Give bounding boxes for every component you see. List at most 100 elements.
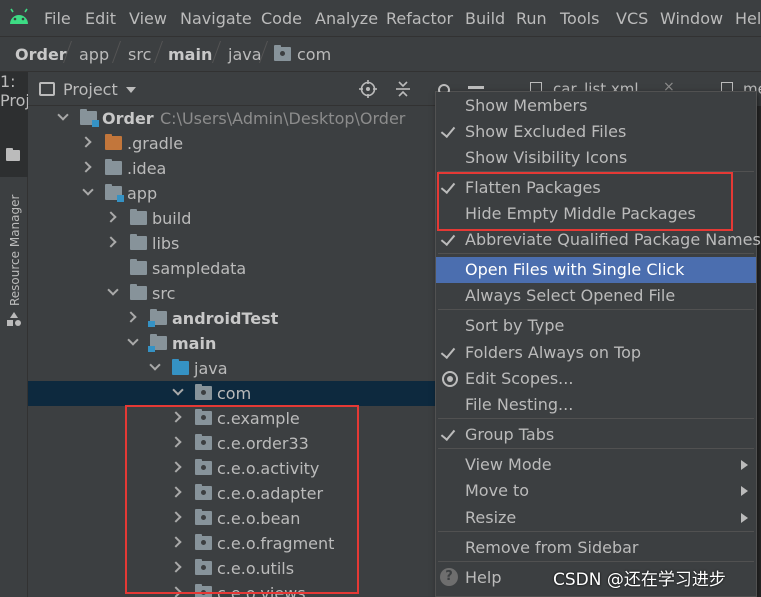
menu-code[interactable]: Code xyxy=(261,9,302,28)
menu-item-hide-empty-middle-packages[interactable]: Hide Empty Middle Packages xyxy=(436,201,756,227)
tree-node[interactable]: c.e.o.activity xyxy=(28,456,435,481)
breadcrumb-com[interactable]: com xyxy=(297,45,331,64)
chevron-right-icon[interactable] xyxy=(170,561,182,573)
checkmark-icon xyxy=(440,425,456,442)
menu-item-abbreviate-qualified-package-names[interactable]: Abbreviate Qualified Package Names xyxy=(436,227,761,253)
project-tree: Order C:\Users\Admin\Desktop\Order .gradle… xyxy=(28,106,435,597)
menu-build[interactable]: Build xyxy=(465,9,505,28)
menu-item-always-select-opened-file[interactable]: Always Select Opened File xyxy=(436,283,756,309)
tree-node[interactable]: libs xyxy=(28,231,435,256)
chevron-right-icon[interactable] xyxy=(125,311,137,323)
menu-item-group-tabs[interactable]: Group Tabs xyxy=(436,422,756,448)
folder-icon xyxy=(130,284,147,300)
menu-vcs[interactable]: VCS xyxy=(616,9,648,28)
menu-refactor[interactable]: Refactor xyxy=(386,9,453,28)
collapse-all-icon[interactable] xyxy=(394,80,412,98)
chevron-right-icon[interactable] xyxy=(170,461,182,473)
chevron-down-icon[interactable] xyxy=(82,184,94,196)
chevron-down-icon[interactable] xyxy=(126,87,136,93)
tree-node[interactable]: app xyxy=(28,181,435,206)
chevron-down-icon[interactable] xyxy=(127,334,139,346)
chevron-right-icon[interactable] xyxy=(170,486,182,498)
tree-node-label: src xyxy=(152,284,176,303)
breadcrumb-order[interactable]: Order xyxy=(15,45,67,64)
menu-item-move-to[interactable]: Move to xyxy=(436,478,756,504)
menu-bar: File Edit View Navigate Code Analyze Ref… xyxy=(0,0,761,36)
menu-tools[interactable]: Tools xyxy=(560,9,599,28)
chevron-down-icon[interactable] xyxy=(57,109,69,121)
menu-item-resize[interactable]: Resize xyxy=(436,505,756,531)
menu-item-file-nesting[interactable]: File Nesting... xyxy=(436,392,756,418)
tree-node[interactable]: Order C:\Users\Admin\Desktop\Order xyxy=(28,106,435,131)
tree-node-label: Order xyxy=(102,109,154,128)
project-tool-tab[interactable]: 1: Project xyxy=(0,72,55,177)
tree-node[interactable]: c.e.o.bean xyxy=(28,506,435,531)
project-options-menu: Show Members Show Excluded Files Show Visi… xyxy=(435,91,761,597)
chevron-right-icon[interactable] xyxy=(170,411,182,423)
menu-item-label: Show Excluded Files xyxy=(465,122,627,141)
package-icon xyxy=(195,559,212,575)
menu-item-show-visibility-icons[interactable]: Show Visibility Icons xyxy=(436,145,756,171)
java-source-folder-icon xyxy=(172,359,189,375)
chevron-down-icon[interactable] xyxy=(149,359,161,371)
menu-view[interactable]: View xyxy=(129,9,167,28)
chevron-right-icon[interactable] xyxy=(170,536,182,548)
chevron-right-icon[interactable] xyxy=(170,586,182,597)
tree-node[interactable]: androidTest xyxy=(28,306,435,331)
menu-run[interactable]: Run xyxy=(516,9,547,28)
menu-navigate[interactable]: Navigate xyxy=(180,9,252,28)
package-icon xyxy=(195,484,212,500)
chevron-right-icon[interactable] xyxy=(80,161,92,173)
menu-item-label: Show Visibility Icons xyxy=(465,148,628,167)
menu-analyze[interactable]: Analyze xyxy=(315,9,378,28)
menu-item-edit-scopes[interactable]: Edit Scopes... xyxy=(436,366,756,392)
chevron-down-icon[interactable] xyxy=(107,284,119,296)
menu-item-remove-from-sidebar[interactable]: Remove from Sidebar xyxy=(436,535,756,561)
breadcrumb-app[interactable]: app xyxy=(79,45,109,64)
chevron-right-icon[interactable] xyxy=(170,436,182,448)
tree-node[interactable]: com xyxy=(28,381,435,406)
gear-icon[interactable] xyxy=(436,80,452,92)
tree-node[interactable]: src xyxy=(28,281,435,306)
breadcrumb-main[interactable]: main xyxy=(168,45,212,64)
chevron-right-icon[interactable] xyxy=(105,236,117,248)
minimize-icon[interactable] xyxy=(468,86,484,89)
menu-window[interactable]: Window xyxy=(660,9,723,28)
menu-item-label: Edit Scopes... xyxy=(465,369,574,388)
menu-edit[interactable]: Edit xyxy=(85,9,116,28)
tree-node[interactable]: java xyxy=(28,356,435,381)
tree-node[interactable]: .gradle xyxy=(28,131,435,156)
breadcrumb-separator xyxy=(211,41,222,63)
menu-help[interactable]: Hel xyxy=(735,9,761,28)
menu-item-open-files-with-single-click[interactable]: Open Files with Single Click xyxy=(436,257,756,283)
chevron-right-icon[interactable] xyxy=(105,211,117,223)
tree-node[interactable]: c.e.o.adapter xyxy=(28,481,435,506)
chevron-down-icon[interactable] xyxy=(172,384,184,396)
project-view-selector[interactable]: Project xyxy=(63,80,118,99)
tree-node[interactable]: c.e.o.views xyxy=(28,581,435,597)
menu-file[interactable]: File xyxy=(44,9,71,28)
menu-item-sort-by-type[interactable]: Sort by Type xyxy=(436,313,756,339)
chevron-right-icon[interactable] xyxy=(170,511,182,523)
breadcrumb-java[interactable]: java xyxy=(228,45,262,64)
tree-node[interactable]: .idea xyxy=(28,156,435,181)
tree-node[interactable]: c.e.order33 xyxy=(28,431,435,456)
locate-icon[interactable] xyxy=(359,80,377,98)
menu-item-label: File Nesting... xyxy=(465,395,574,414)
menu-item-show-excluded-files[interactable]: Show Excluded Files xyxy=(436,119,756,145)
menu-item-show-members[interactable]: Show Members xyxy=(436,93,756,119)
tree-node[interactable]: c.example xyxy=(28,406,435,431)
tree-node[interactable]: build xyxy=(28,206,435,231)
menu-item-view-mode[interactable]: View Mode xyxy=(436,452,756,478)
menu-separator xyxy=(438,561,754,562)
resource-manager-tab[interactable]: Resource Manager xyxy=(8,195,22,306)
menu-item-folders-always-on-top[interactable]: Folders Always on Top xyxy=(436,340,756,366)
tree-node[interactable]: sampledata xyxy=(28,256,435,281)
tree-node[interactable]: c.e.o.fragment xyxy=(28,531,435,556)
tree-node[interactable]: c.e.o.utils xyxy=(28,556,435,581)
chevron-right-icon[interactable] xyxy=(80,136,92,148)
tree-node[interactable]: main xyxy=(28,331,435,356)
breadcrumb-src[interactable]: src xyxy=(128,45,151,64)
menu-item-label: Open Files with Single Click xyxy=(465,260,685,279)
menu-item-flatten-packages[interactable]: Flatten Packages xyxy=(436,175,756,201)
